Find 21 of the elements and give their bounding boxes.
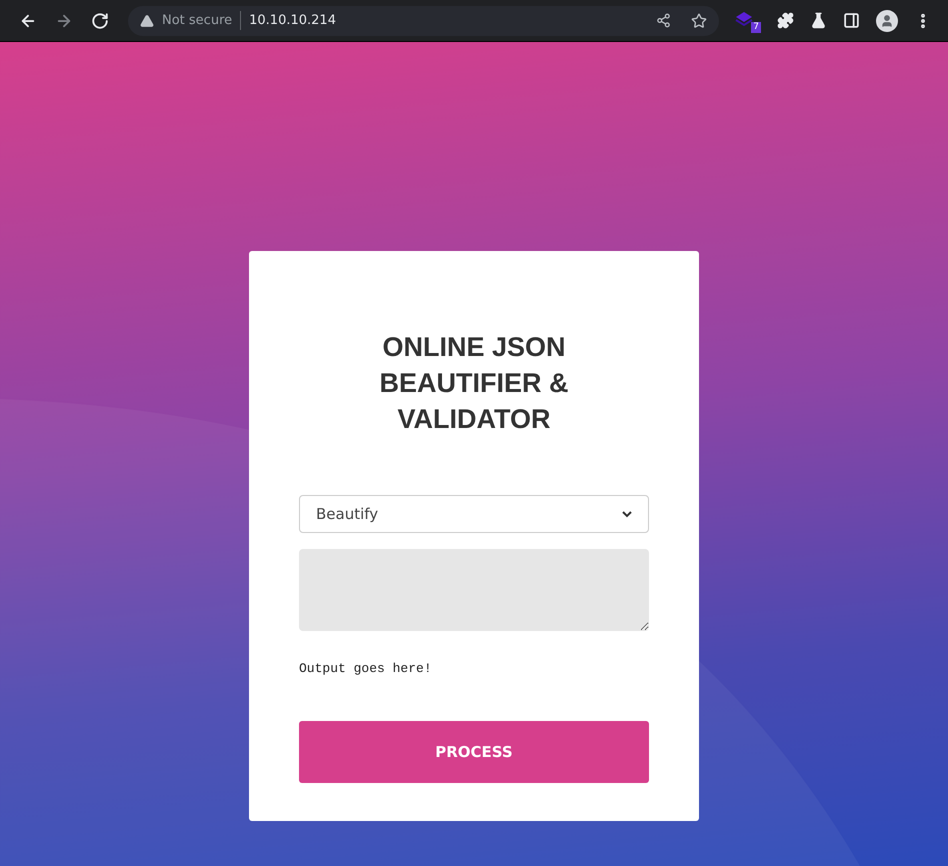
extension-badge: 7 bbox=[751, 22, 761, 32]
layers-icon bbox=[735, 10, 753, 26]
extension-button[interactable]: 7 bbox=[735, 8, 761, 32]
input-field[interactable] bbox=[299, 549, 649, 631]
puzzle-icon[interactable] bbox=[777, 12, 794, 29]
chevron-down-icon bbox=[622, 510, 632, 518]
person-icon bbox=[880, 14, 894, 28]
warning-icon bbox=[140, 14, 154, 28]
profile-avatar[interactable] bbox=[876, 10, 898, 32]
output-text: Output goes here! bbox=[299, 661, 432, 676]
bookmark-star-icon[interactable] bbox=[691, 12, 707, 28]
security-label: Not secure bbox=[162, 10, 242, 30]
process-button[interactable]: PROCESS bbox=[299, 721, 649, 783]
card-title: ONLINE JSON BEAUTIFIER & VALIDATOR bbox=[378, 331, 570, 436]
flask-icon[interactable] bbox=[810, 12, 827, 29]
side-panel-icon[interactable] bbox=[843, 12, 860, 29]
reload-icon bbox=[91, 12, 109, 30]
mode-select[interactable]: Beautify bbox=[299, 495, 649, 533]
address-bar[interactable]: Not secure 10.10.10.214 bbox=[128, 6, 719, 36]
url-text: 10.10.10.214 bbox=[249, 12, 336, 30]
share-icon[interactable] bbox=[656, 13, 671, 28]
